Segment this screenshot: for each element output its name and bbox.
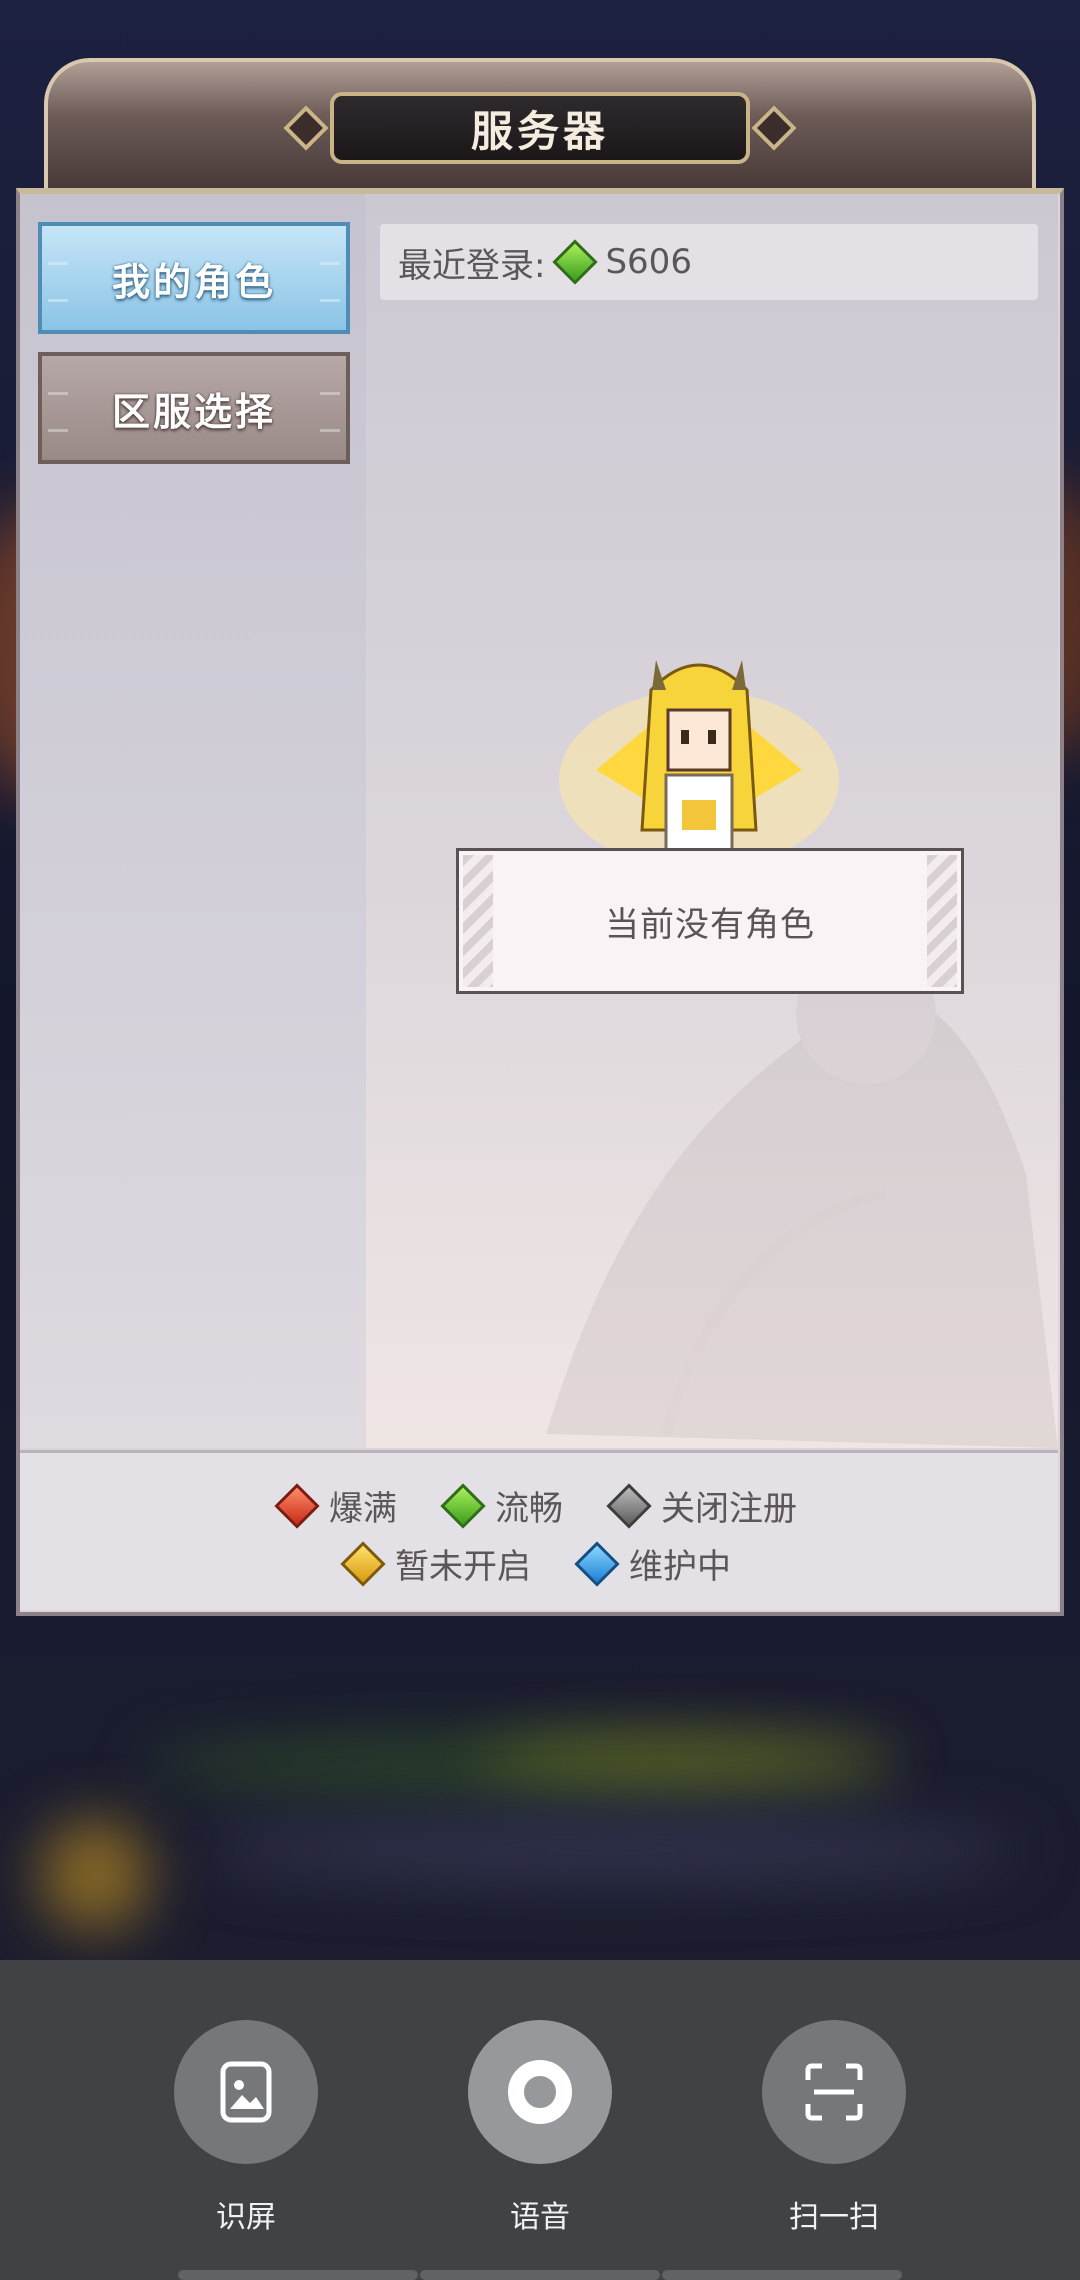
home-indicator-segment — [178, 2270, 418, 2280]
recent-server-name: S606 — [605, 242, 692, 282]
notice-stripe-left — [463, 855, 493, 987]
tab-notch-left — [48, 392, 68, 432]
gray-gem-icon — [606, 1482, 652, 1529]
scan-icon — [805, 2063, 863, 2121]
tab-server-select[interactable]: 区服选择 — [38, 352, 350, 464]
green-gem-icon — [552, 239, 599, 285]
home-indicator-segment — [420, 2270, 660, 2280]
tab-my-characters[interactable]: 我的角色 — [38, 222, 350, 334]
legend-not-open-label: 暂未开启 — [395, 1547, 531, 1587]
legend-row-2: 暂未开启 维护中 — [20, 1539, 1058, 1588]
legend-maintenance: 维护中 — [574, 1539, 731, 1588]
server-status-legend: 爆满 流畅 关闭注册 暂未开启 维护中 — [20, 1450, 1058, 1610]
no-character-notice: 当前没有角色 — [456, 848, 964, 994]
legend-full: 爆满 — [274, 1481, 397, 1530]
tab-server-select-label: 区服选择 — [111, 389, 276, 434]
home-indicator-segment — [662, 2270, 902, 2280]
scan-circle[interactable] — [762, 2020, 906, 2164]
voice-ring-icon — [508, 2060, 572, 2124]
tab-notch-right — [320, 392, 340, 432]
screen-recognize-circle[interactable] — [174, 2020, 318, 2164]
character-sprite — [559, 660, 839, 850]
scan-button[interactable]: 扫一扫 — [762, 2020, 906, 2236]
legend-registration-closed-label: 关闭注册 — [661, 1489, 797, 1529]
tab-my-characters-label: 我的角色 — [111, 259, 276, 304]
recent-login-label: 最近登录: — [398, 245, 546, 286]
voice-label: 语音 — [510, 2200, 570, 2235]
no-character-text: 当前没有角色 — [605, 904, 815, 945]
voice-button[interactable]: 语音 — [468, 2020, 612, 2236]
legend-smooth-label: 流畅 — [495, 1489, 563, 1529]
legend-maintenance-label: 维护中 — [629, 1547, 731, 1587]
screen-recognize-button[interactable]: 识屏 — [174, 2020, 318, 2236]
tab-notch-left — [48, 262, 68, 302]
legend-registration-closed: 关闭注册 — [606, 1481, 797, 1530]
blue-gem-icon — [574, 1540, 620, 1587]
screen-recognize-label: 识屏 — [216, 2200, 276, 2235]
panel-title: 服务器 — [470, 106, 609, 156]
legend-full-label: 爆满 — [329, 1489, 397, 1529]
tab-notch-right — [320, 262, 340, 302]
legend-row-1: 爆满 流畅 关闭注册 — [20, 1481, 1058, 1530]
voice-circle[interactable] — [468, 2020, 612, 2164]
screen-image-icon — [220, 2061, 272, 2123]
legend-not-open: 暂未开启 — [340, 1539, 531, 1588]
recent-login-bar[interactable]: 最近登录: S606 — [380, 224, 1038, 300]
red-gem-icon — [274, 1482, 320, 1529]
legend-smooth: 流畅 — [440, 1481, 563, 1530]
scan-label: 扫一扫 — [789, 2200, 879, 2235]
green-gem-icon — [440, 1482, 486, 1529]
notice-stripe-right — [927, 855, 957, 987]
panel-title-plate: 服务器 — [330, 92, 750, 164]
yellow-gem-icon — [340, 1540, 386, 1587]
